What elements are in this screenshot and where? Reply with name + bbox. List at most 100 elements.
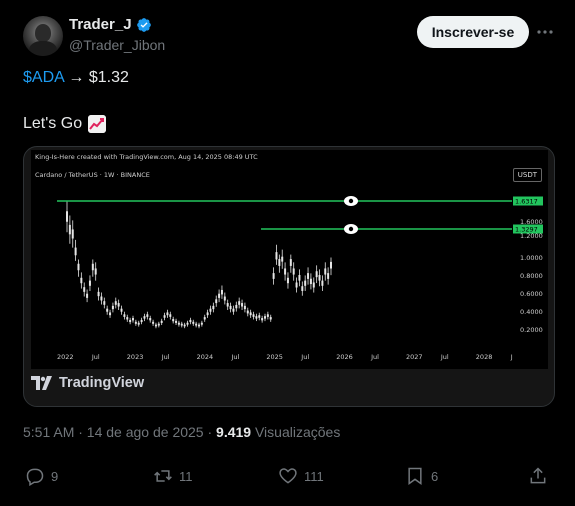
tweet-line-1: $ADA → $1.32 xyxy=(23,69,129,87)
heart-icon xyxy=(279,468,297,484)
candle-body xyxy=(169,314,172,317)
chart-image[interactable]: King-Is-Here created with TradingView.co… xyxy=(31,150,548,369)
author-avatar[interactable] xyxy=(23,16,63,56)
candle-body xyxy=(111,305,114,310)
like-button[interactable]: 111 xyxy=(278,466,324,486)
time-tick-label: 2028 xyxy=(476,353,493,361)
tweet-time[interactable]: 5:51 AM · 14 de ago de 2025 · xyxy=(23,424,216,440)
time-tick-label: 2023 xyxy=(127,353,144,361)
time-tick-label: 2027 xyxy=(406,353,423,361)
candle-body xyxy=(68,224,71,235)
candle-body xyxy=(215,299,218,304)
candle-body xyxy=(281,256,284,262)
candle-body xyxy=(315,271,318,278)
candle-body xyxy=(220,289,223,295)
tradingview-logo-icon xyxy=(31,376,52,390)
candle-body xyxy=(192,321,195,324)
candle-body xyxy=(94,268,97,275)
bookmark-count: 6 xyxy=(431,468,439,484)
author-name[interactable]: Trader_J xyxy=(69,16,132,33)
candle-body xyxy=(129,319,132,323)
repost-icon xyxy=(154,470,172,482)
reply-button[interactable]: 9 xyxy=(25,466,58,486)
avatar-head-shape xyxy=(35,24,51,42)
candle-body xyxy=(312,282,315,288)
candle-body xyxy=(109,312,112,316)
time-tick-label: 2026 xyxy=(336,353,353,361)
candle-body xyxy=(307,273,310,279)
candle-body xyxy=(261,318,264,321)
candle-body xyxy=(321,280,324,286)
candle-body xyxy=(278,259,281,266)
candle-body xyxy=(212,305,215,310)
candle-body xyxy=(152,321,155,324)
candle-body xyxy=(249,312,252,316)
author-handle[interactable]: @Trader_Jibon xyxy=(69,37,165,53)
candle-body xyxy=(175,320,178,323)
candle-body xyxy=(304,280,307,286)
eye-pupil-icon xyxy=(348,198,354,204)
time-tick-label: Jul xyxy=(370,353,379,361)
time-tick-label: J xyxy=(510,353,513,361)
like-count: 111 xyxy=(304,468,324,484)
cashtag-link[interactable]: $ADA xyxy=(23,69,64,86)
candle-body xyxy=(226,303,229,307)
share-icon xyxy=(530,467,546,484)
candle-body xyxy=(132,318,134,321)
candle-body xyxy=(269,317,272,320)
chart-plot: 1.60001.20001.00000.80000.60000.40000.20… xyxy=(57,196,543,361)
candle-body xyxy=(318,274,321,281)
candle-body xyxy=(229,305,232,310)
candle-body xyxy=(126,317,129,320)
candle-body xyxy=(123,314,126,317)
candle-body xyxy=(327,273,330,279)
avatar-body-shape xyxy=(29,41,57,56)
candle-body xyxy=(146,314,149,317)
candle-body xyxy=(195,323,198,326)
candle-body xyxy=(77,263,80,271)
candle-body xyxy=(186,322,189,325)
candle-body xyxy=(143,316,146,319)
action-bar: 9 11 111 6 xyxy=(23,466,553,494)
tweet-line-2: Let's Go xyxy=(23,115,107,133)
time-tick-label: Jul xyxy=(231,353,240,361)
share-button[interactable] xyxy=(528,466,548,486)
repost-button[interactable]: 11 xyxy=(153,466,193,486)
subscribe-button[interactable]: Inscrever-se xyxy=(417,16,529,48)
candle-body xyxy=(91,263,94,271)
candle-body xyxy=(160,320,163,323)
chart-card[interactable]: King-Is-Here created with TradingView.co… xyxy=(23,146,555,407)
time-tick-label: 2025 xyxy=(266,353,283,361)
more-options-icon[interactable] xyxy=(534,22,556,42)
level-label-text: 1.3297 xyxy=(515,226,538,234)
candle-body xyxy=(243,305,246,310)
candle-body xyxy=(200,322,203,325)
candle-body xyxy=(157,323,160,326)
candle-body xyxy=(103,301,106,305)
candle-body xyxy=(206,312,209,316)
time-tick-label: Jul xyxy=(300,353,309,361)
tweet-text: Let's Go xyxy=(23,115,83,132)
arrow-glyph: → xyxy=(68,69,85,86)
time-tick-label: Jul xyxy=(440,353,449,361)
price-tick-label: 1.0000 xyxy=(520,254,543,262)
candle-body xyxy=(177,322,180,325)
candle-body xyxy=(183,324,186,327)
time-tick-label: Jul xyxy=(91,353,100,361)
candle-body xyxy=(117,303,120,307)
author-name-row[interactable]: Trader_J xyxy=(69,16,152,33)
candle-body xyxy=(218,293,221,298)
more-dots-icon xyxy=(537,30,553,34)
candle-body xyxy=(154,324,157,327)
candle-body xyxy=(172,318,175,322)
candle-body xyxy=(203,317,206,320)
bookmark-button[interactable]: 6 xyxy=(405,466,438,486)
candle-body xyxy=(80,277,83,284)
candle-body xyxy=(71,229,74,239)
candle-body xyxy=(114,301,117,305)
price-tick-label: 0.8000 xyxy=(520,272,543,280)
eye-pupil-icon xyxy=(348,226,354,232)
candle-body xyxy=(189,319,192,323)
time-tick-label: 2022 xyxy=(57,353,74,361)
candle-body xyxy=(106,308,109,312)
